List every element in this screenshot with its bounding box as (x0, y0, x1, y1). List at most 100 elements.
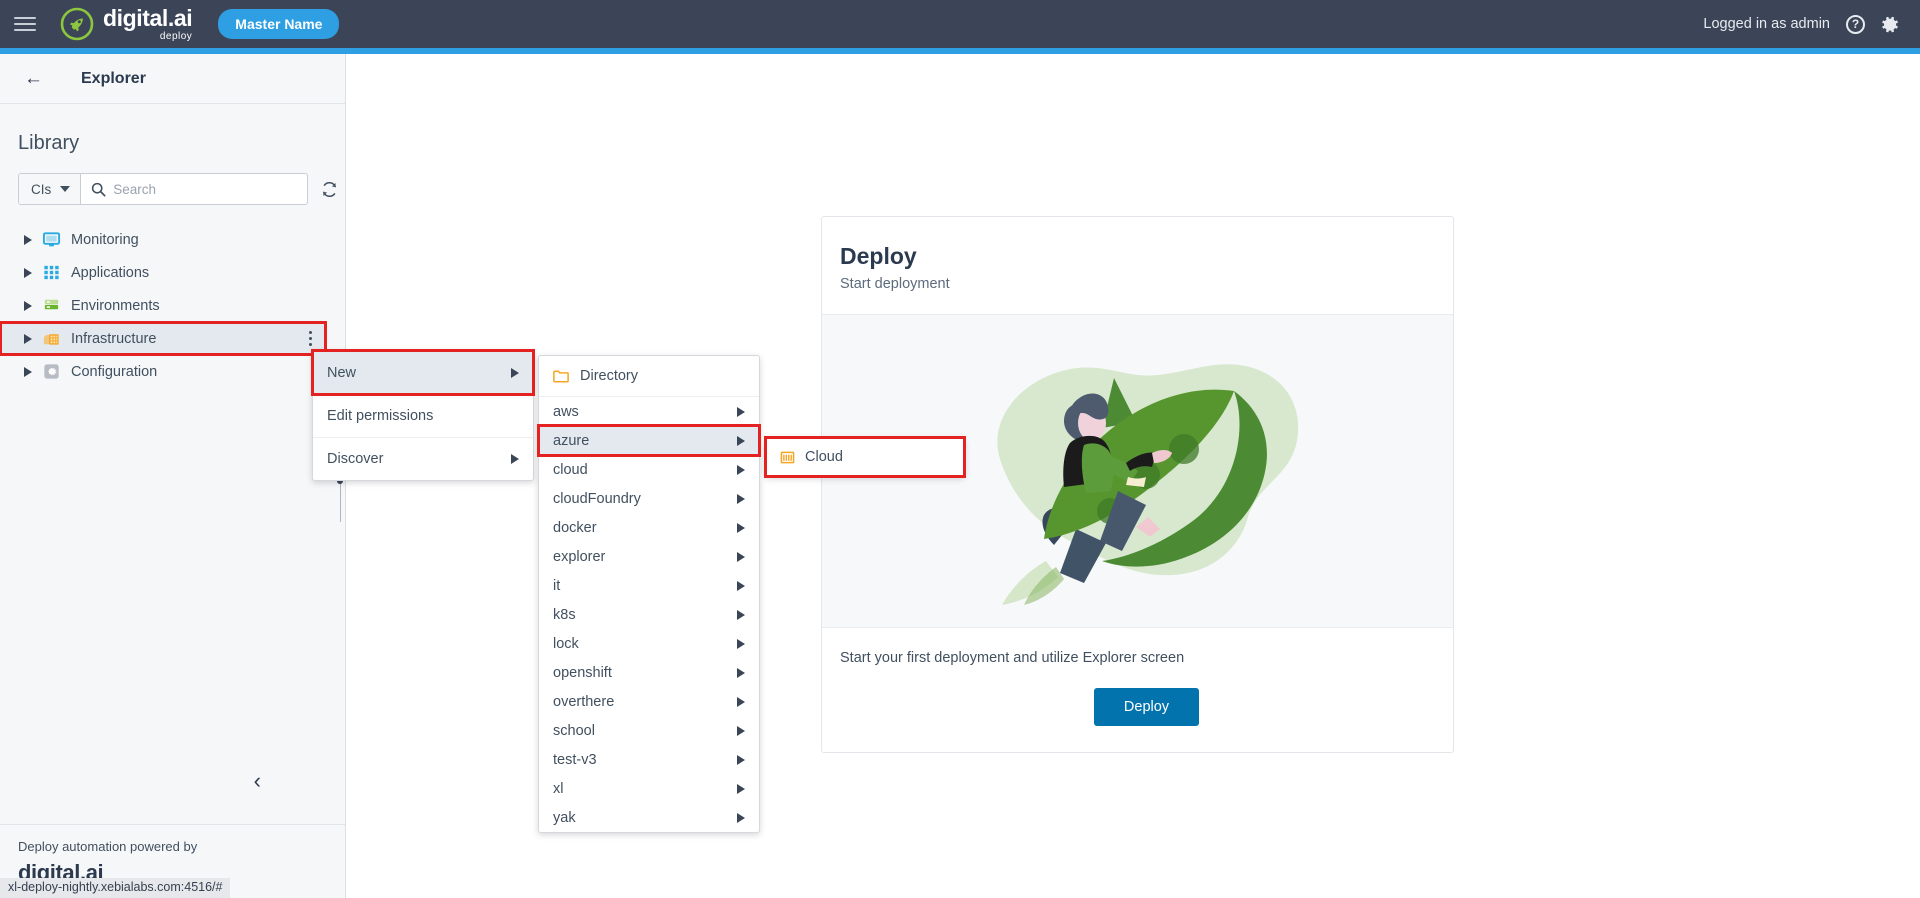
chevron-left-icon[interactable]: ‹ (254, 770, 261, 792)
tree-item-environments[interactable]: Environments (0, 289, 345, 322)
context-menu-item-edit-permissions[interactable]: Edit permissions (313, 394, 533, 437)
cloud-grid-icon (780, 450, 795, 465)
tree-item-label: Applications (71, 264, 150, 281)
submenu-item-school[interactable]: school (539, 716, 759, 745)
deploy-card-title: Deploy (840, 243, 917, 269)
chevron-right-icon (737, 667, 745, 678)
chevron-right-icon (737, 812, 745, 823)
tree-item-configuration[interactable]: Configuration (0, 355, 345, 388)
app-root: digital.ai deploy Master Name Logged in … (0, 0, 1920, 898)
hamburger-icon[interactable] (14, 13, 36, 35)
expand-triangle-icon[interactable] (24, 267, 42, 278)
top-navigation-bar: digital.ai deploy Master Name Logged in … (0, 0, 1920, 48)
brand-product: deploy (159, 30, 193, 42)
tree-item-infrastructure[interactable]: Infrastructure (0, 321, 327, 356)
tree-item-label: Configuration (71, 363, 158, 380)
expand-triangle-icon[interactable] (24, 333, 42, 344)
submenu-item-label: openshift (553, 664, 612, 681)
new-submenu: Directory aws azure cloud cloudFoundry d… (537, 355, 761, 833)
submenu-item-label: Cloud (805, 449, 843, 465)
chevron-right-icon (737, 696, 745, 707)
submenu-item-explorer[interactable]: explorer (539, 542, 759, 571)
master-name-button[interactable]: Master Name (218, 9, 340, 39)
chevron-right-icon (737, 725, 745, 736)
azure-submenu: Cloud (764, 436, 966, 478)
chevron-right-icon (737, 464, 745, 475)
submenu-item-label: docker (553, 519, 597, 536)
submenu-item-azure[interactable]: azure (537, 424, 761, 457)
chevron-right-icon (737, 435, 745, 446)
search-row: CIs (18, 173, 345, 205)
context-menu-item-new[interactable]: New (311, 349, 535, 396)
expand-triangle-icon[interactable] (24, 300, 42, 311)
deploy-button[interactable]: Deploy (1093, 688, 1200, 726)
submenu-item-label: aws (553, 403, 579, 420)
submenu-item-label: Directory (580, 368, 639, 384)
submenu-item-directory[interactable]: Directory (539, 356, 759, 397)
back-arrow-icon[interactable]: ← (24, 69, 43, 88)
tree-item-applications[interactable]: Applications (0, 256, 345, 289)
submenu-item-cloudfoundry[interactable]: cloudFoundry (539, 484, 759, 513)
tree-item-label: Monitoring (71, 231, 139, 248)
chevron-right-icon (511, 454, 519, 464)
powered-by-label: Deploy automation powered by (18, 839, 198, 854)
expand-triangle-icon[interactable] (24, 234, 42, 245)
submenu-item-openshift[interactable]: openshift (539, 658, 759, 687)
submenu-item-test-v3[interactable]: test-v3 (539, 745, 759, 774)
building-icon (42, 329, 61, 348)
chevron-right-icon (737, 638, 745, 649)
submenu-item-cloud[interactable]: Cloud (764, 436, 966, 478)
server-icon (42, 296, 61, 315)
grid-icon (42, 263, 61, 282)
submenu-item-lock[interactable]: lock (539, 629, 759, 658)
page-title: Explorer (81, 69, 146, 87)
library-heading: Library (18, 132, 80, 154)
submenu-item-aws[interactable]: aws (539, 397, 759, 426)
gear-icon (42, 362, 61, 381)
context-menu-item-label: New (327, 364, 357, 381)
settings-gear-icon[interactable] (1881, 15, 1900, 34)
search-icon (91, 182, 106, 197)
refresh-icon[interactable] (320, 180, 339, 199)
chevron-right-icon (737, 551, 745, 562)
submenu-item-cloud[interactable]: cloud (539, 455, 759, 484)
topbar-right-group: Logged in as admin ? (1703, 14, 1900, 34)
submenu-item-docker[interactable]: docker (539, 513, 759, 542)
context-menu: New Edit permissions Discover (311, 349, 535, 481)
context-menu-item-discover[interactable]: Discover (313, 437, 533, 480)
submenu-item-xl[interactable]: xl (539, 774, 759, 803)
cis-filter-dropdown[interactable]: CIs (19, 174, 82, 204)
submenu-item-yak[interactable]: yak (539, 803, 759, 832)
chevron-right-icon (737, 580, 745, 591)
submenu-item-overthere[interactable]: overthere (539, 687, 759, 716)
sidebar-collapse-row: ‹ (0, 770, 345, 792)
submenu-item-label: xl (553, 780, 564, 797)
cis-filter-label: CIs (31, 181, 52, 197)
submenu-item-label: k8s (553, 606, 576, 623)
submenu-item-k8s[interactable]: k8s (539, 600, 759, 629)
submenu-item-label: azure (553, 432, 590, 449)
chevron-right-icon (511, 367, 519, 378)
brand-text: digital.ai deploy (103, 4, 193, 42)
deploy-card-subtitle: Start deployment (840, 276, 950, 292)
expand-triangle-icon[interactable] (24, 366, 42, 377)
submenu-item-it[interactable]: it (539, 571, 759, 600)
tree-item-kebab-menu-button[interactable] (308, 330, 312, 347)
submenu-item-label: lock (553, 635, 579, 652)
deploy-card-footer: Start your first deployment and utilize … (822, 628, 1453, 752)
submenu-item-label: cloud (553, 461, 588, 478)
chevron-right-icon (737, 754, 745, 765)
help-icon[interactable]: ? (1846, 14, 1865, 34)
brand-name: digital.ai (103, 4, 193, 31)
submenu-item-label: it (553, 577, 561, 594)
context-menu-item-label: Discover (327, 451, 384, 467)
chevron-right-icon (737, 406, 745, 417)
tree-item-label: Environments (71, 297, 160, 314)
library-tree: Monitoring Applications Environments Inf… (0, 223, 345, 388)
monitor-icon (42, 230, 61, 249)
deploy-card-header: Deploy Start deployment (822, 217, 1453, 314)
chevron-down-icon (60, 186, 71, 192)
tree-item-monitoring[interactable]: Monitoring (0, 223, 345, 256)
search-input[interactable] (113, 181, 289, 197)
search-box: CIs (18, 173, 308, 205)
